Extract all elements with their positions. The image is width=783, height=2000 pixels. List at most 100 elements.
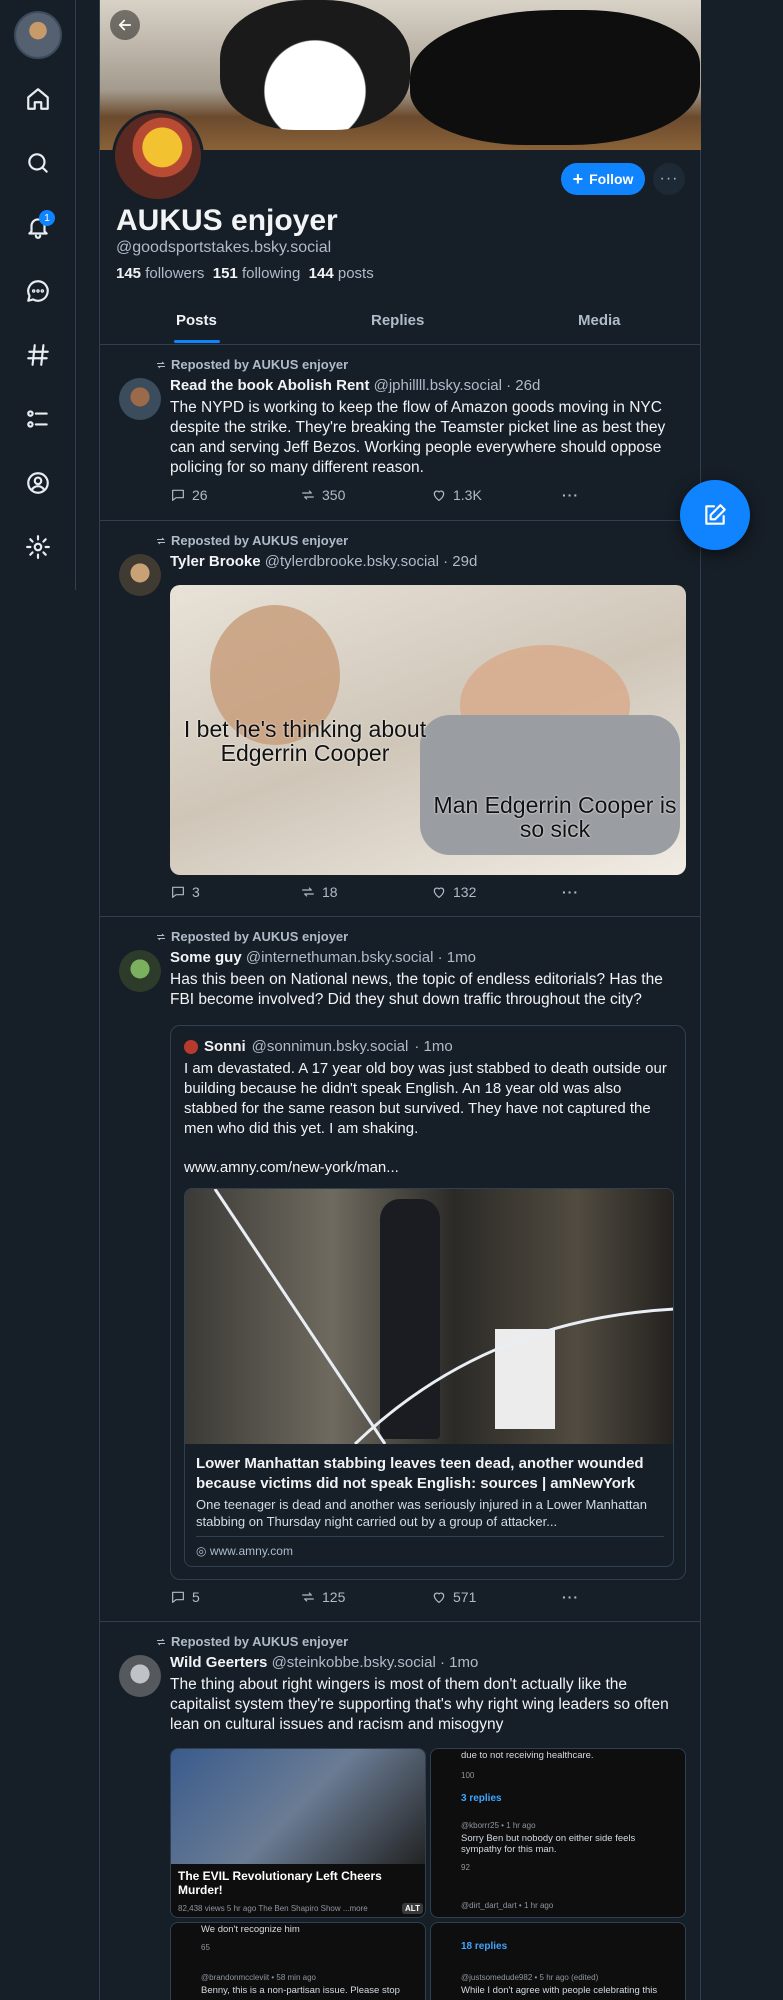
repost-icon — [157, 933, 165, 940]
author-handle[interactable]: @tylerdbrooke.bsky.social — [265, 553, 439, 570]
comment-text: Sorry Ben but nobody on either side feel… — [461, 1833, 636, 1855]
banner-cat-black-white — [220, 0, 410, 130]
repost-icon — [157, 537, 165, 544]
sidebar: 1 — [0, 0, 76, 590]
profile-stats: 145 followers 151 following 144 posts — [116, 265, 374, 282]
quote-author-handle[interactable]: @sonnimun.bsky.social — [252, 1038, 409, 1055]
repost-icon — [302, 490, 314, 500]
author-avatar[interactable] — [119, 554, 161, 596]
link-card-divider — [196, 1536, 664, 1537]
repost-indicator: Reposted by AUKUS enjoyer — [155, 357, 348, 372]
tab-posts[interactable]: Posts — [176, 312, 217, 329]
author-name[interactable]: Wild Geerters — [170, 1654, 267, 1671]
comment-snippet: due to not receiving healthcare. — [461, 1750, 594, 1761]
meme-image[interactable]: I bet he's thinking about Edgerrin Coope… — [170, 585, 686, 875]
more-dots-icon: ··· — [562, 487, 579, 503]
hashtag-icon — [27, 344, 49, 366]
author-avatar[interactable] — [119, 950, 161, 992]
compose-button[interactable] — [680, 480, 750, 550]
like-count: 571 — [453, 1589, 477, 1605]
following-link[interactable]: 151 following — [213, 265, 301, 282]
home-nav[interactable] — [19, 80, 57, 118]
arrow-left-icon — [118, 19, 132, 31]
author-name[interactable]: Some guy — [170, 949, 242, 966]
tab-media[interactable]: Media — [578, 312, 621, 329]
repost-indicator: Reposted by AUKUS enjoyer — [155, 1634, 348, 1649]
post-more-button[interactable]: ··· — [562, 487, 579, 503]
link-card[interactable]: Lower Manhattan stabbing leaves teen dea… — [184, 1188, 674, 1567]
repost-count: 125 — [322, 1589, 346, 1605]
post-time[interactable]: · 1mo — [440, 1654, 478, 1671]
more-dots-icon: ··· — [562, 1589, 579, 1605]
post-more-button[interactable]: ··· — [562, 884, 579, 900]
feed-post[interactable]: Reposted by AUKUS enjoyer Read the book … — [100, 345, 701, 521]
author-avatar[interactable] — [119, 1655, 161, 1697]
comment-likes: 65 — [201, 1943, 210, 1952]
notifications-nav[interactable]: 1 — [19, 208, 57, 246]
post-time[interactable]: · 26d — [506, 377, 540, 394]
profile-nav[interactable] — [19, 464, 57, 502]
post-time[interactable]: · 1mo — [438, 949, 476, 966]
comment-replies: 3 replies — [461, 1793, 502, 1804]
repost-label[interactable]: Reposted by AUKUS enjoyer — [171, 357, 348, 372]
link-card-title: Lower Manhattan stabbing leaves teen dea… — [196, 1455, 644, 1492]
quote-author-name[interactable]: Sonni — [204, 1038, 246, 1055]
more-dots-icon: ··· — [562, 884, 579, 900]
post-more-button[interactable]: ··· — [562, 1589, 579, 1605]
tab-replies[interactable]: Replies — [371, 312, 424, 329]
reply-button[interactable]: 3 — [170, 884, 200, 900]
quote-author-avatar[interactable] — [184, 1039, 198, 1054]
repost-indicator: Reposted by AUKUS enjoyer — [155, 533, 348, 548]
repost-button[interactable]: 350 — [300, 487, 345, 503]
followers-link[interactable]: 145 followers — [116, 265, 204, 282]
collage-image-1[interactable]: The EVIL Revolutionary Left Cheers Murde… — [170, 1748, 426, 1918]
repost-icon — [157, 361, 165, 368]
link-card-description: One teenager is dead and another was ser… — [196, 1497, 647, 1529]
search-nav[interactable] — [19, 144, 57, 182]
post-actions: 26 350 1.3K ··· — [170, 487, 590, 507]
author-handle[interactable]: @steinkobbe.bsky.social — [272, 1654, 436, 1671]
follow-label: Follow — [589, 171, 634, 187]
collage-image-4[interactable]: 18 replies @justsomedude982 • 5 hr ago (… — [430, 1922, 686, 2000]
like-button[interactable]: 571 — [431, 1589, 476, 1605]
repost-label[interactable]: Reposted by AUKUS enjoyer — [171, 929, 348, 944]
heart-icon — [433, 887, 445, 898]
more-dots-icon: ··· — [659, 170, 679, 187]
profile-avatar[interactable] — [112, 110, 204, 202]
image-collage[interactable]: The EVIL Revolutionary Left Cheers Murde… — [170, 1748, 686, 2000]
chat-nav[interactable] — [19, 272, 57, 310]
profile-display-name: AUKUS enjoyer — [116, 204, 338, 237]
author-avatar[interactable] — [119, 378, 161, 420]
current-user-avatar[interactable] — [14, 11, 62, 59]
author-name[interactable]: Read the book Abolish Rent — [170, 377, 369, 394]
collage-image-3[interactable]: We don't recognize him 65 @brandonmcclev… — [170, 1922, 426, 2000]
reply-button[interactable]: 26 — [170, 487, 208, 503]
repost-label[interactable]: Reposted by AUKUS enjoyer — [171, 1634, 348, 1649]
quote-post[interactable]: Sonni @sonnimun.bsky.social · 1mo I am d… — [170, 1025, 686, 1580]
repost-button[interactable]: 125 — [300, 1589, 345, 1605]
author-handle[interactable]: @internethuman.bsky.social — [246, 949, 434, 966]
repost-icon — [302, 887, 314, 897]
like-button[interactable]: 1.3K — [431, 487, 482, 503]
like-count: 1.3K — [453, 487, 482, 503]
reply-button[interactable]: 5 — [170, 1589, 200, 1605]
settings-nav[interactable] — [19, 528, 57, 566]
alt-badge[interactable]: ALT — [402, 1903, 423, 1914]
author-name[interactable]: Tyler Brooke — [170, 553, 261, 570]
collage-image-2[interactable]: due to not receiving healthcare. 100 3 r… — [430, 1748, 686, 1918]
quote-link[interactable]: www.amny.com/new-york/man... — [184, 1159, 399, 1176]
repost-label[interactable]: Reposted by AUKUS enjoyer — [171, 533, 348, 548]
profile-more-button[interactable]: ··· — [653, 163, 685, 195]
author-handle[interactable]: @jphillll.bsky.social — [374, 377, 502, 394]
post-time[interactable]: · 29d — [443, 553, 477, 570]
back-button[interactable] — [110, 10, 140, 40]
lists-nav[interactable] — [19, 400, 57, 438]
feeds-nav[interactable] — [19, 336, 57, 374]
link-card-domain-text: www.amny.com — [209, 1544, 293, 1558]
profile-handle: @goodsportstakes.bsky.social — [116, 239, 332, 256]
followers-label: followers — [145, 265, 205, 282]
like-button[interactable]: 132 — [431, 884, 476, 900]
repost-button[interactable]: 18 — [300, 884, 338, 900]
follow-button[interactable]: + Follow — [561, 163, 645, 195]
post-header: Tyler Brooke @tylerdbrooke.bsky.social ·… — [170, 553, 477, 570]
